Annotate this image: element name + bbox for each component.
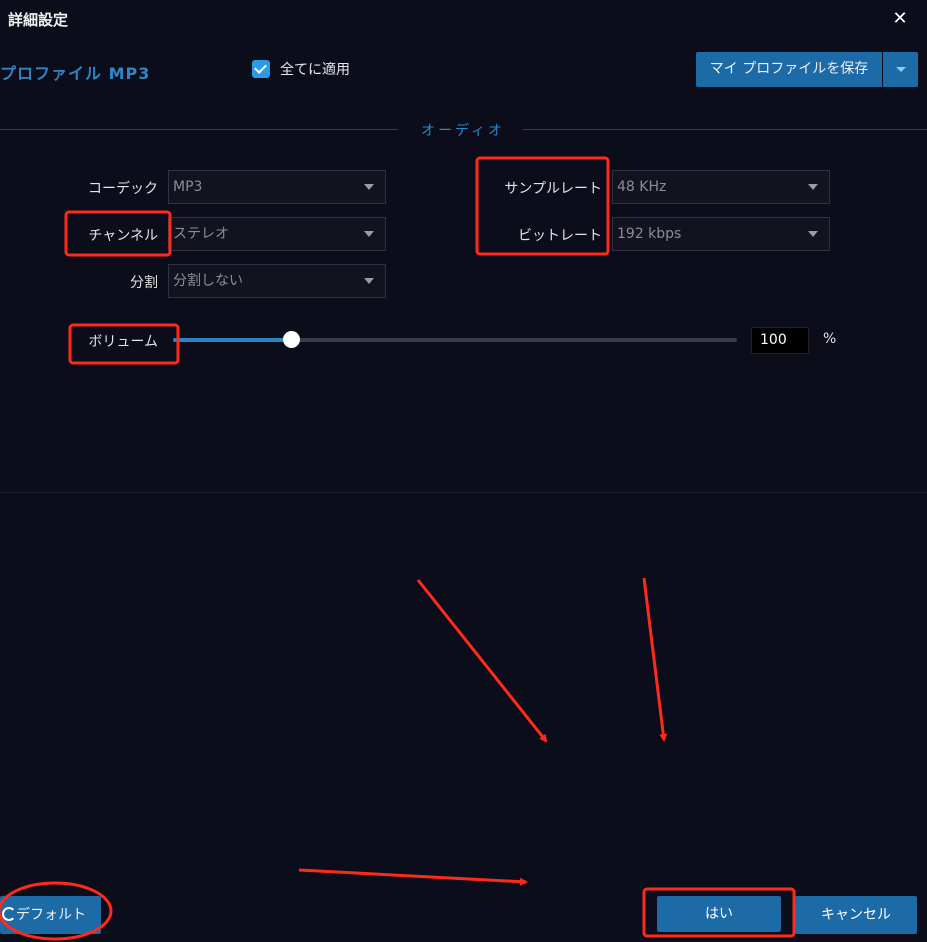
dropdown-arrow-icon	[808, 184, 818, 190]
sample-rate-select[interactable]: 48 KHz	[612, 170, 830, 204]
sample-rate-label: サンプルレート	[504, 181, 602, 197]
volume-slider[interactable]	[173, 331, 737, 348]
bitrate-label: ビットレート	[518, 228, 602, 244]
close-button[interactable]: ✕	[888, 7, 912, 31]
save-my-profile-button[interactable]: マイ プロファイルを保存	[696, 52, 882, 87]
split-select[interactable]: 分割しない	[168, 264, 386, 298]
dropdown-arrow-icon	[364, 278, 374, 284]
annotation-arrow	[298, 868, 528, 886]
section-title-audio: オーディオ	[420, 123, 506, 139]
default-button-label: デフォルト	[16, 907, 86, 923]
dropdown-arrow-icon	[808, 231, 818, 237]
title-bar: 詳細設定 ✕	[0, 0, 927, 40]
channel-select[interactable]: ステレオ	[168, 217, 386, 251]
split-label: 分割	[130, 275, 158, 291]
checkbox-checked-icon[interactable]	[252, 60, 270, 78]
channel-value: ステレオ	[173, 226, 229, 242]
annotation-arrow	[642, 577, 668, 742]
sample-rate-value: 48 KHz	[617, 179, 667, 195]
apply-all-label: 全てに適用	[280, 62, 350, 78]
annotation-arrow	[416, 579, 548, 743]
volume-slider-fill	[173, 338, 292, 342]
advanced-settings-dialog: 詳細設定 ✕ プロファイル MP3 全てに適用 マイ プロファイルを保存 オーデ…	[0, 0, 927, 942]
split-value: 分割しない	[173, 273, 243, 289]
dropdown-arrow-icon	[364, 184, 374, 190]
apply-all-checkbox[interactable]: 全てに適用	[252, 59, 350, 79]
bitrate-select[interactable]: 192 kbps	[612, 217, 830, 251]
codec-select[interactable]: MP3	[168, 170, 386, 204]
annotation-overlay	[0, 156, 796, 941]
volume-slider-thumb[interactable]	[283, 331, 301, 348]
default-button[interactable]: デフォルト	[0, 896, 101, 934]
volume-unit: %	[823, 331, 837, 347]
yes-button[interactable]: はい	[657, 896, 781, 932]
codec-value: MP3	[173, 179, 203, 195]
background-ghost-line	[0, 492, 927, 493]
bitrate-value: 192 kbps	[617, 226, 682, 242]
close-icon: ✕	[892, 8, 908, 29]
codec-label: コーデック	[88, 181, 158, 197]
dialog-title: 詳細設定	[8, 11, 69, 29]
dropdown-arrow-icon	[364, 231, 374, 237]
reset-icon	[2, 907, 16, 921]
channel-label: チャンネル	[88, 228, 158, 244]
section-divider-left	[0, 129, 398, 130]
volume-input[interactable]: 100	[751, 327, 809, 354]
save-profile-dropdown-button[interactable]	[883, 52, 918, 87]
cancel-button[interactable]: キャンセル	[795, 896, 917, 934]
profile-name: プロファイル MP3	[0, 64, 151, 83]
section-divider-right	[523, 129, 927, 130]
volume-label: ボリューム	[88, 334, 158, 350]
